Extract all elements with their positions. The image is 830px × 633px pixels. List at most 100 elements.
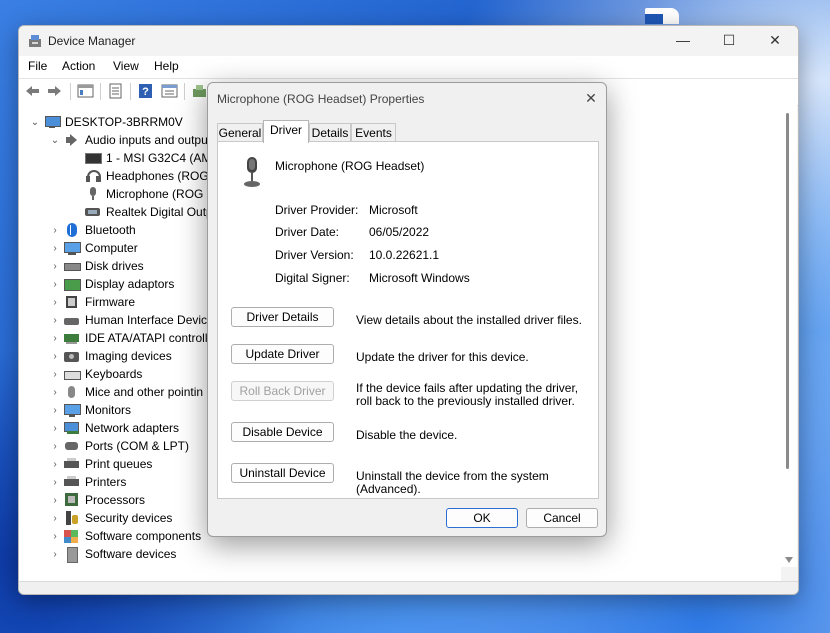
chevron-right-icon[interactable]: › [48, 549, 62, 560]
digital-output-icon [85, 205, 101, 219]
maximize-button[interactable]: ☐ [706, 26, 752, 56]
menu-help[interactable]: Help [154, 59, 179, 73]
tree-item-ide[interactable]: › IDE ATA/ATAPI controlle [48, 329, 214, 347]
driver-tab-panel: Microphone (ROG Headset) Driver Provider… [217, 141, 599, 499]
menu-action[interactable]: Action [62, 59, 95, 73]
desktop-document-icon[interactable] [643, 8, 679, 24]
update-driver-button[interactable]: Update Driver [231, 344, 334, 364]
chevron-right-icon[interactable]: › [48, 387, 62, 398]
tree-item-ports[interactable]: › Ports (COM & LPT) [48, 437, 189, 455]
horizontal-scrollbar[interactable] [19, 567, 781, 581]
printer-icon [64, 457, 80, 471]
chevron-right-icon[interactable]: › [48, 513, 62, 524]
tree-item-software-devices[interactable]: › Software devices [48, 545, 176, 563]
scrollbar-thumb[interactable] [786, 113, 789, 469]
tree-item-network[interactable]: › Network adapters [48, 419, 179, 437]
chevron-down-icon[interactable]: ⌄ [28, 117, 42, 128]
tree-item-keyboards[interactable]: › Keyboards [48, 365, 142, 383]
tree-child-microphone[interactable]: Microphone (ROG H [83, 185, 215, 203]
tree-item-disk-drives[interactable]: › Disk drives [48, 257, 143, 275]
chevron-right-icon[interactable]: › [48, 261, 62, 272]
disable-device-button[interactable]: Disable Device [231, 422, 334, 442]
vertical-scrollbar[interactable] [781, 105, 797, 567]
firmware-icon [64, 295, 80, 309]
tree-item-firmware[interactable]: › Firmware [48, 293, 135, 311]
tree-item-display-adaptors[interactable]: › Display adaptors [48, 275, 174, 293]
tree-item-computer[interactable]: › Computer [48, 239, 138, 257]
printer-icon [64, 475, 80, 489]
chevron-right-icon[interactable]: › [48, 243, 62, 254]
tree-item-bluetooth[interactable]: › Bluetooth [48, 221, 136, 239]
properties-icon[interactable] [107, 83, 124, 99]
forward-arrow-icon[interactable] [46, 83, 63, 99]
scan-hardware-icon[interactable] [191, 83, 208, 99]
chevron-right-icon[interactable]: › [48, 405, 62, 416]
tree-item-print-queues[interactable]: › Print queues [48, 455, 152, 473]
port-icon [64, 439, 80, 453]
tree-item-printers[interactable]: › Printers [48, 473, 126, 491]
back-arrow-icon[interactable] [24, 83, 41, 99]
monitor-icon [64, 403, 81, 417]
menu-view[interactable]: View [113, 59, 139, 73]
uninstall-device-button[interactable]: Uninstall Device [231, 463, 334, 483]
minimize-button[interactable]: — [660, 26, 706, 56]
title-bar[interactable]: Device Manager — ☐ ✕ [19, 26, 798, 56]
camera-icon [64, 349, 80, 363]
ok-button[interactable]: OK [446, 508, 518, 528]
show-hide-console-tree-icon[interactable] [77, 83, 94, 99]
tree-root[interactable]: ⌄ DESKTOP-3BRRM0V [28, 113, 183, 131]
tree-item-label: Mice and other pointin [85, 385, 204, 399]
tree-child-headphones[interactable]: Headphones (ROG H [83, 167, 221, 185]
roll-back-driver-description: If the device fails after updating the d… [356, 381, 579, 408]
chevron-down-icon[interactable]: ⌄ [48, 135, 62, 146]
tree-child-monitor-audio[interactable]: 1 - MSI G32C4 (AMD [83, 149, 220, 167]
tree-item-processors[interactable]: › Processors [48, 491, 145, 509]
chevron-right-icon[interactable]: › [48, 225, 62, 236]
update-driver-description: Update the driver for this device. [356, 350, 529, 364]
tab-driver[interactable]: Driver [263, 120, 309, 143]
chevron-right-icon[interactable]: › [48, 459, 62, 470]
device-list-icon[interactable] [161, 83, 178, 99]
tree-item-label: Network adapters [85, 421, 180, 435]
chevron-right-icon[interactable]: › [48, 351, 62, 362]
tree-child-label: 1 - MSI G32C4 (AMD [106, 151, 221, 165]
menu-file[interactable]: File [28, 59, 47, 73]
chevron-right-icon[interactable]: › [48, 279, 62, 290]
chevron-right-icon[interactable]: › [48, 297, 62, 308]
ide-controller-icon [64, 331, 80, 345]
tab-events[interactable]: Events [351, 123, 396, 142]
close-button[interactable]: ✕ [752, 26, 798, 56]
microphone-icon [244, 157, 260, 187]
chevron-right-icon[interactable]: › [48, 369, 62, 380]
cancel-button[interactable]: Cancel [526, 508, 598, 528]
chevron-right-icon[interactable]: › [48, 423, 62, 434]
chevron-right-icon[interactable]: › [48, 531, 62, 542]
tree-item-mice[interactable]: › Mice and other pointin [48, 383, 203, 401]
tab-general[interactable]: General [217, 123, 263, 142]
computer-icon [64, 241, 81, 255]
roll-back-driver-button[interactable]: Roll Back Driver [231, 381, 334, 401]
driver-provider-label: Driver Provider: [275, 203, 359, 217]
tree-item-audio[interactable]: ⌄ Audio inputs and outpu [48, 131, 208, 149]
tree-item-hid[interactable]: › Human Interface Devic [48, 311, 207, 329]
scroll-down-arrow-icon[interactable] [785, 557, 793, 563]
driver-details-button[interactable]: Driver Details [231, 307, 334, 327]
chevron-right-icon[interactable]: › [48, 495, 62, 506]
tree-child-label: Microphone (ROG H [106, 187, 216, 201]
network-adapter-icon [64, 421, 80, 435]
properties-dialog: Microphone (ROG Headset) Properties ✕ Ge… [207, 82, 607, 537]
chevron-right-icon[interactable]: › [48, 315, 62, 326]
tree-item-software-components[interactable]: › Software components [48, 527, 201, 545]
tree-item-security[interactable]: › Security devices [48, 509, 172, 527]
tree-child-label: Realtek Digital Outp [106, 205, 213, 219]
tree-item-monitors[interactable]: › Monitors [48, 401, 131, 419]
chevron-right-icon[interactable]: › [48, 333, 62, 344]
disable-device-description: Disable the device. [356, 428, 458, 442]
chevron-right-icon[interactable]: › [48, 477, 62, 488]
tab-details[interactable]: Details [309, 123, 351, 142]
tree-item-imaging[interactable]: › Imaging devices [48, 347, 171, 365]
dialog-close-button[interactable]: ✕ [582, 89, 600, 107]
help-icon[interactable]: ? [137, 83, 154, 99]
tree-child-digital-output[interactable]: Realtek Digital Outp [83, 203, 213, 221]
chevron-right-icon[interactable]: › [48, 441, 62, 452]
